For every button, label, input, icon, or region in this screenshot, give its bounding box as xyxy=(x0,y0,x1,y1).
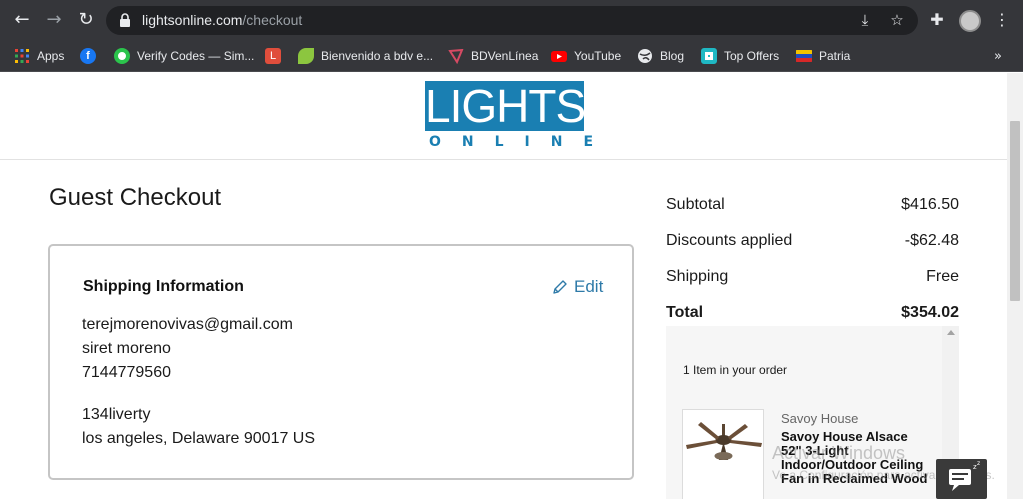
summary-total-row: Total $354.02 xyxy=(666,304,959,322)
summary-value: $416.50 xyxy=(901,196,959,213)
address-bar[interactable]: lightsonline.com/checkout ⤓ ☆ xyxy=(106,6,918,35)
reload-icon[interactable]: ↻ xyxy=(74,8,98,32)
bookmark-label: Top Offers xyxy=(724,49,780,63)
summary-label: Subtotal xyxy=(666,196,725,213)
shipping-phone: 7144779560 xyxy=(82,364,171,381)
bookmark-label: Verify Codes — Sim... xyxy=(137,49,255,63)
summary-label: Discounts applied xyxy=(666,232,793,249)
bookmark-youtube[interactable]: YouTube xyxy=(551,45,621,67)
summary-discount-row: Discounts applied -$62.48 xyxy=(666,232,959,250)
scroll-up-arrow-icon[interactable] xyxy=(947,330,955,335)
bookmarks-bar: Apps f Verify Codes — Sim... L Bienvenid… xyxy=(0,40,1023,72)
apps-grid-icon xyxy=(15,49,29,63)
bookmark-blog[interactable]: Blog xyxy=(637,45,684,67)
summary-total-label: Total xyxy=(666,304,704,321)
bookmark-label: Blog xyxy=(660,49,685,63)
bookmark-bdv-bienvenido[interactable]: Bienvenido a bdv e... xyxy=(298,45,433,67)
bookmark-apps[interactable]: Apps xyxy=(14,45,64,67)
install-app-icon[interactable]: ⤓ xyxy=(856,11,874,29)
bookmark-top-offers[interactable]: Top Offers xyxy=(701,45,779,67)
edit-label: Edit xyxy=(574,277,604,296)
url-text[interactable]: lightsonline.com/checkout xyxy=(142,12,302,28)
l-letter-icon: L xyxy=(265,48,281,64)
bookmark-l[interactable]: L xyxy=(265,45,288,67)
bookmark-label: Apps xyxy=(37,49,65,63)
shipping-info-card: Shipping Information Edit terejmorenoviv… xyxy=(48,244,634,480)
bookmark-verify-codes[interactable]: Verify Codes — Sim... xyxy=(114,45,254,67)
bdv-icon xyxy=(448,48,464,64)
back-arrow-icon[interactable]: ← xyxy=(10,8,34,32)
menu-kebab-icon[interactable]: ⋮ xyxy=(992,10,1012,30)
summary-shipping-row: Shipping Free xyxy=(666,268,959,286)
page-viewport: LIGHTS ONLINE Guest Checkout Shipping In… xyxy=(0,73,1007,499)
profile-avatar[interactable] xyxy=(959,10,981,32)
bookmark-label: Patria xyxy=(819,49,851,63)
url-host: lightsonline.com xyxy=(142,12,243,28)
product-brand: Savoy House xyxy=(781,411,859,426)
summary-label: Shipping xyxy=(666,268,729,285)
logo-word: LIGHTS xyxy=(425,80,586,132)
windows-activation-title: Activar Windows xyxy=(772,443,906,463)
edit-shipping-button[interactable]: Edit xyxy=(552,277,603,297)
order-item-count: 1 Item in your order xyxy=(683,363,788,377)
globe-icon xyxy=(638,49,652,63)
patria-icon xyxy=(796,50,812,62)
bookmark-bdvenlinea[interactable]: BDVenLínea xyxy=(448,45,538,67)
summary-subtotal-row: Subtotal $416.50 xyxy=(666,196,959,214)
bookmark-patria[interactable]: Patria xyxy=(796,45,850,67)
forward-arrow-icon[interactable]: → xyxy=(42,8,66,32)
shipping-email: terejmorenovivas@gmail.com xyxy=(82,316,293,333)
top-offers-icon xyxy=(701,48,717,64)
bookmark-star-icon[interactable]: ☆ xyxy=(888,11,906,29)
summary-total-value: $354.02 xyxy=(901,304,959,321)
shipping-street: 134liverty xyxy=(82,406,151,423)
facebook-icon: f xyxy=(80,48,96,64)
site-logo[interactable]: LIGHTS ONLINE xyxy=(425,80,615,158)
site-header: LIGHTS ONLINE xyxy=(0,73,1007,160)
lock-icon xyxy=(120,13,130,27)
logo-subword: ONLINE xyxy=(429,134,615,150)
shipping-city-line: los angeles, Delaware 90017 US xyxy=(82,430,316,447)
pencil-icon xyxy=(553,280,567,294)
bookmark-label: Bienvenido a bdv e... xyxy=(321,49,434,63)
shipping-heading: Shipping Information xyxy=(83,278,244,295)
ceiling-fan-icon xyxy=(686,422,762,460)
shipping-name: siret moreno xyxy=(82,340,171,357)
page-scrollbar[interactable] xyxy=(1007,73,1023,499)
svg-text:z: z xyxy=(977,460,980,467)
browser-toolbar: ← → ↻ lightsonline.com/checkout ⤓ ☆ ✚ ⋮ xyxy=(0,0,1023,40)
leaf-icon xyxy=(298,48,314,64)
url-path: /checkout xyxy=(242,12,303,28)
page-scroll-thumb[interactable] xyxy=(1010,121,1020,301)
youtube-icon xyxy=(551,51,567,62)
product-image[interactable] xyxy=(682,409,764,499)
summary-value: -$62.48 xyxy=(904,232,959,249)
chat-button[interactable]: z z xyxy=(936,459,987,499)
bookmark-facebook[interactable]: f xyxy=(80,45,103,67)
bookmarks-overflow-icon[interactable]: » xyxy=(994,49,1002,64)
extensions-puzzle-icon[interactable]: ✚ xyxy=(927,10,947,30)
chat-bubble-icon: z z xyxy=(949,460,980,491)
bookmark-label: BDVenLínea xyxy=(471,49,539,63)
verify-codes-icon xyxy=(114,48,130,64)
bookmark-label: YouTube xyxy=(574,49,622,63)
page-title: Guest Checkout xyxy=(49,184,222,211)
summary-value: Free xyxy=(926,268,959,285)
